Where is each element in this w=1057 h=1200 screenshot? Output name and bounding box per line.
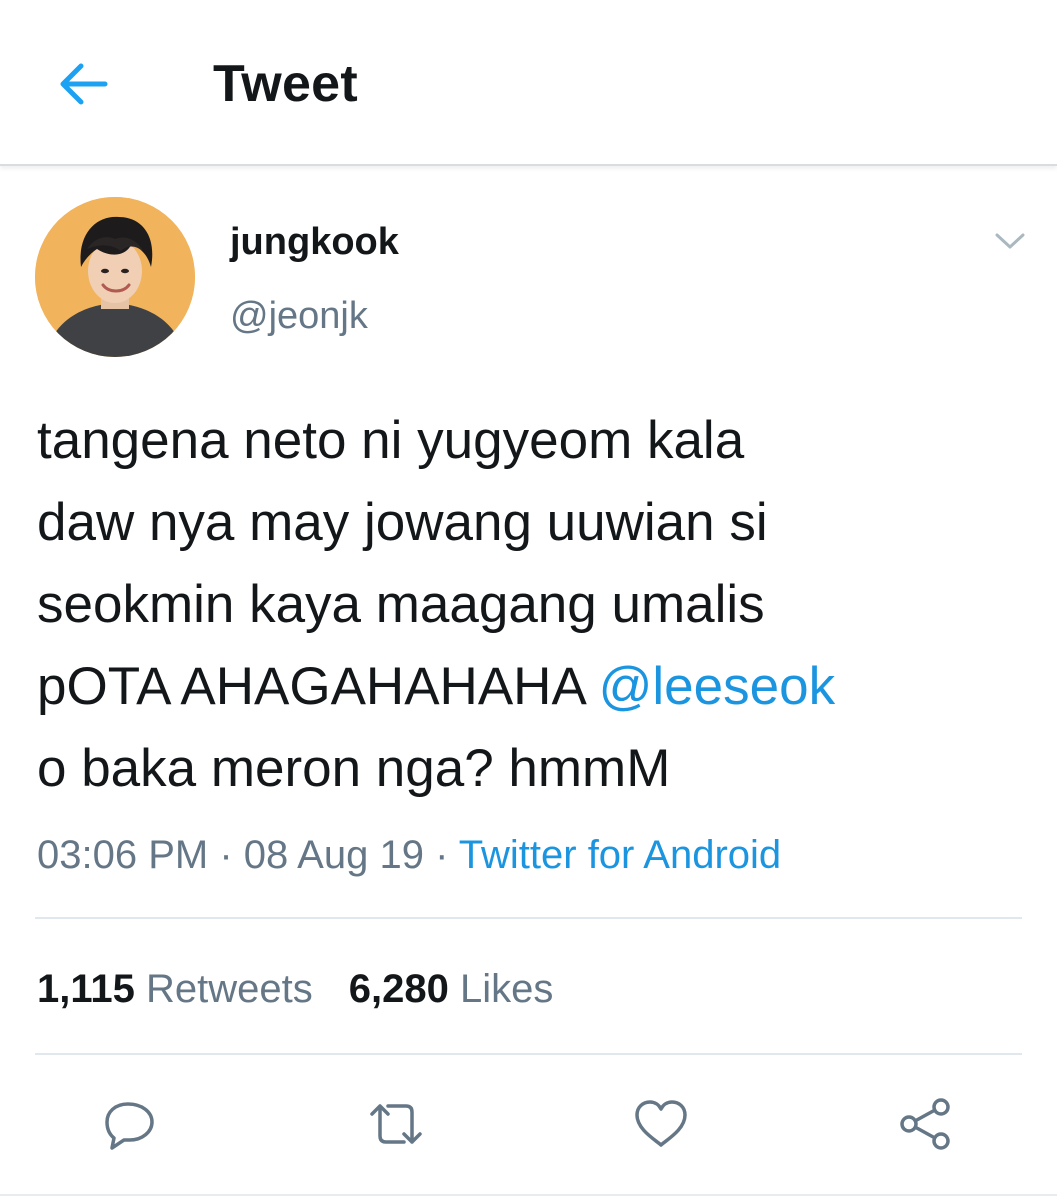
reply-icon — [105, 1102, 154, 1150]
back-button[interactable] — [48, 52, 118, 116]
chevron-down-icon — [995, 233, 1025, 249]
avatar[interactable] — [35, 197, 195, 357]
retweets-label: Retweets — [134, 967, 313, 1011]
retweets-count: 1,115 — [37, 967, 135, 1011]
tweet-line: pOTA AHAGAHAHAHA @leeseok — [37, 646, 1027, 728]
divider — [35, 917, 1022, 919]
tweet-line: daw nya may jowang uuwian si — [37, 493, 768, 552]
mention-link[interactable]: @leeseok — [599, 657, 835, 716]
retweet-icon — [370, 1104, 422, 1144]
tweet-meta: 03:06 PM · 08 Aug 19 · Twitter for Andro… — [37, 830, 781, 880]
tweet-text: tangena neto ni yugyeom kala daw nya may… — [37, 400, 1027, 810]
tweet-line-text: pOTA AHAGAHAHAHA — [37, 657, 599, 716]
share-icon — [900, 1098, 950, 1150]
heart-icon — [635, 1100, 687, 1147]
divider — [35, 1053, 1022, 1055]
share-button[interactable] — [896, 1094, 956, 1154]
tweet-stats: 1,115 Retweets 6,280 Likes — [37, 964, 553, 1014]
likes-stat[interactable]: 6,280 Likes — [349, 967, 554, 1011]
tweet-line: tangena neto ni yugyeom kala — [37, 411, 745, 470]
like-button[interactable] — [631, 1094, 691, 1154]
retweets-stat[interactable]: 1,115 Retweets — [37, 967, 313, 1011]
tweet-time: 03:06 PM — [37, 833, 209, 877]
retweet-button[interactable] — [366, 1094, 426, 1154]
bottom-divider — [0, 1194, 1057, 1196]
tweet-date: 08 Aug 19 — [243, 833, 424, 877]
reply-button[interactable] — [100, 1094, 160, 1154]
meta-separator: · — [208, 833, 244, 877]
likes-label: Likes — [448, 967, 554, 1011]
author-display-name[interactable]: jungkook — [230, 219, 399, 265]
page-title: Tweet — [213, 55, 359, 113]
arrow-left-icon — [60, 63, 108, 105]
tweet-options-button[interactable] — [990, 226, 1030, 256]
tweet-line: o baka meron nga? hmmM — [37, 739, 671, 798]
author-handle[interactable]: @jeonjk — [230, 293, 368, 339]
tweet-line: seokmin kaya maagang umalis — [37, 575, 765, 634]
likes-count: 6,280 — [348, 967, 449, 1011]
top-app-bar: Tweet — [0, 0, 1057, 166]
meta-separator: · — [423, 833, 459, 877]
source-link[interactable]: Twitter for Android — [459, 833, 781, 877]
avatar-photo — [35, 197, 195, 357]
